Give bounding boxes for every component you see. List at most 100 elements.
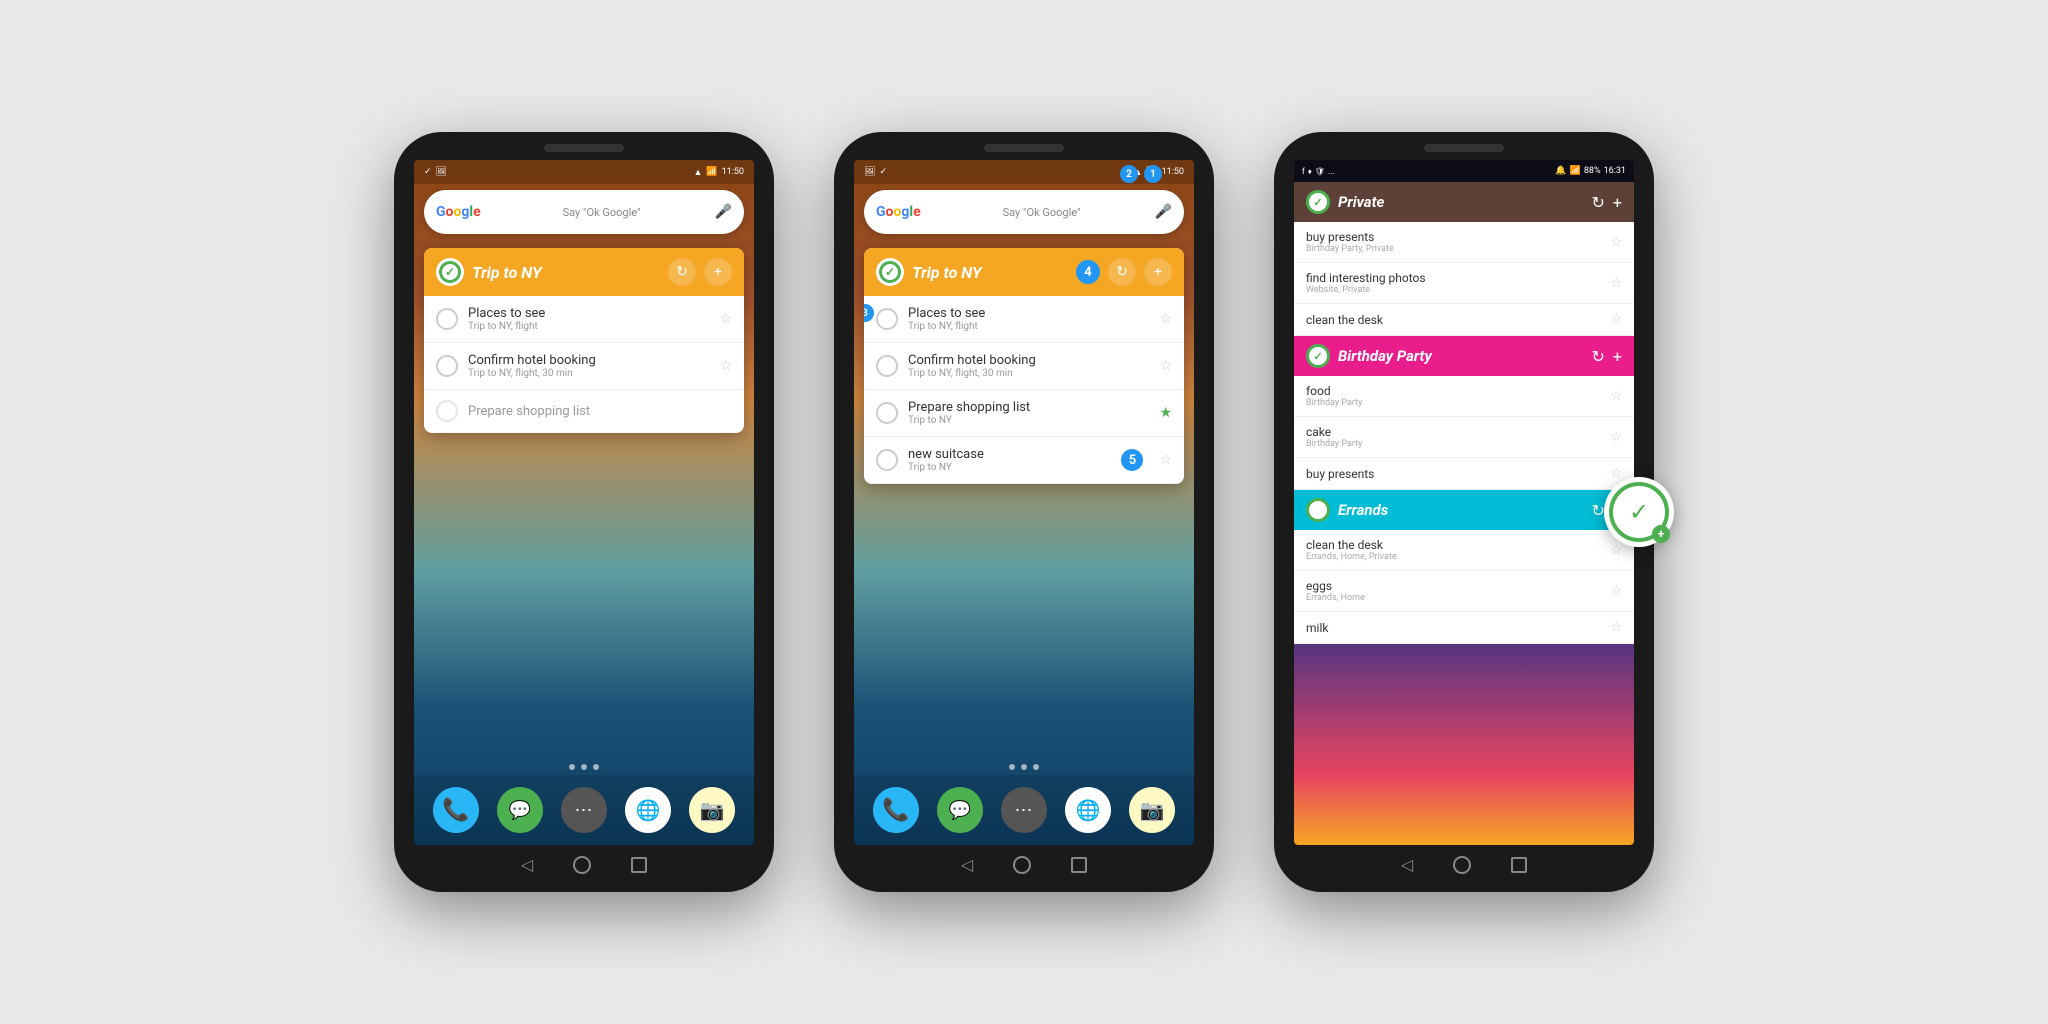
todo-tags-p-0: Birthday Party, Private <box>1306 244 1602 254</box>
private-sync[interactable]: ↻ <box>1592 193 1605 212</box>
dock-phone-2[interactable]: 📞 <box>873 787 919 833</box>
star-2-3[interactable]: ☆ <box>1159 452 1172 468</box>
widget-check-1: ✓ <box>436 258 464 286</box>
item-text-1-2: Prepare shopping list <box>468 404 732 419</box>
todo-star-e-1[interactable]: ☆ <box>1610 584 1622 599</box>
errands-sync[interactable]: ↻ <box>1592 501 1605 520</box>
dock-phone-1[interactable]: 📞 <box>433 787 479 833</box>
item-text-2-3: new suitcase Trip to NY <box>908 447 1111 473</box>
google-bar-1[interactable]: Google Say "Ok Google" 🎤 <box>424 190 744 234</box>
widget-check-inner-2: ✓ <box>879 261 901 283</box>
birthday-add[interactable]: + <box>1613 347 1622 366</box>
badge-num-2: 2 <box>1120 165 1138 183</box>
todo-item-p-0: buy presents Birthday Party, Private ☆ <box>1294 222 1634 263</box>
birthday-sync[interactable]: ↻ <box>1592 347 1605 366</box>
todo-star-p-0[interactable]: ☆ <box>1610 235 1622 250</box>
google-bar-2[interactable]: Google Say "Ok Google" 🎤 <box>864 190 1184 234</box>
todo-text-b-2: buy presents <box>1306 467 1602 481</box>
todo-item-b-0: food Birthday Party ☆ <box>1294 376 1634 417</box>
item-circle-2-1[interactable] <box>876 355 898 377</box>
nav-back-3[interactable]: ◁ <box>1401 855 1413 874</box>
add-btn-1[interactable]: + <box>704 258 732 286</box>
sync-btn-1[interactable]: ↻ <box>668 258 696 286</box>
badge-5: 5 <box>1121 449 1143 471</box>
todo-star-p-2[interactable]: ☆ <box>1610 312 1622 327</box>
item-circle-1-0[interactable] <box>436 308 458 330</box>
nav-back-1[interactable]: ◁ <box>521 855 533 874</box>
widget-item-2-1: Confirm hotel booking Trip to NY, flight… <box>864 343 1184 390</box>
item-circle-1-1[interactable] <box>436 355 458 377</box>
item-text-2-0: Places to see Trip to NY, flight <box>908 306 1149 332</box>
widget-header-1: ✓ Trip to NY ↻ + <box>424 248 744 296</box>
google-logo-1: Google <box>436 204 481 220</box>
dock-hangouts-1[interactable]: 💬 <box>497 787 543 833</box>
dock-chrome-2[interactable]: 🌐 <box>1065 787 1111 833</box>
errands-check: ✓ <box>1306 498 1330 522</box>
item-text-1-1: Confirm hotel booking Trip to NY, flight… <box>468 353 709 379</box>
phone-bottom-2: ◁ <box>842 845 1206 880</box>
item-circle-2-0[interactable] <box>876 308 898 330</box>
dot-4 <box>1009 764 1015 770</box>
nav-back-2[interactable]: ◁ <box>961 855 973 874</box>
google-logo-2: Google <box>876 204 921 220</box>
phone-speaker-2 <box>984 144 1064 152</box>
todo-item-p-2: clean the desk ☆ <box>1294 304 1634 336</box>
todo-tags-b-1: Birthday Party <box>1306 439 1602 449</box>
dock-1: 📞 💬 ⋯ 🌐 📷 <box>414 775 754 845</box>
item-sub-2-0: Trip to NY, flight <box>908 321 1149 332</box>
todo-name-e-0: clean the desk <box>1306 538 1602 552</box>
birthday-check: ✓ <box>1306 344 1330 368</box>
item-circle-2-3[interactable] <box>876 449 898 471</box>
todo-text-p-2: clean the desk <box>1306 313 1602 327</box>
widget-item-2-0: Places to see Trip to NY, flight ☆ <box>864 296 1184 343</box>
star-2-0[interactable]: ☆ <box>1159 311 1172 327</box>
dock-camera-1[interactable]: 📷 <box>689 787 735 833</box>
todo-star-b-2[interactable]: ☆ <box>1610 466 1622 481</box>
status-left-3: f♦🛡... <box>1302 167 1334 176</box>
app-icon-overlay[interactable]: ✓ + <box>1604 477 1674 547</box>
dock-chrome-1[interactable]: 🌐 <box>625 787 671 833</box>
dot-1 <box>569 764 575 770</box>
todo-star-e-0[interactable]: ☆ <box>1610 543 1622 558</box>
dock-camera-2[interactable]: 📷 <box>1129 787 1175 833</box>
private-actions: ↻ + <box>1592 193 1622 212</box>
nav-home-2[interactable] <box>1013 856 1031 874</box>
nav-home-1[interactable] <box>573 856 591 874</box>
star-1-1[interactable]: ☆ <box>719 358 732 374</box>
dock-hangouts-2[interactable]: 💬 <box>937 787 983 833</box>
widget-header-2: ✓ Trip to NY 4 ↻ + <box>864 248 1184 296</box>
todo-name-p-0: buy presents <box>1306 230 1602 244</box>
sync-btn-2[interactable]: ↻ <box>1108 258 1136 286</box>
todo-text-p-0: buy presents Birthday Party, Private <box>1306 230 1602 254</box>
item-circle-1-2[interactable] <box>436 400 458 422</box>
widget-title-1: Trip to NY <box>472 263 660 282</box>
check-mark-1: ✓ <box>445 265 455 279</box>
star-2-1[interactable]: ☆ <box>1159 358 1172 374</box>
todo-star-p-1[interactable]: ☆ <box>1610 276 1622 291</box>
star-2-2[interactable]: ★ <box>1159 405 1172 421</box>
item-name-1-2: Prepare shopping list <box>468 404 732 419</box>
todo-star-b-0[interactable]: ☆ <box>1610 389 1622 404</box>
nav-recent-3[interactable] <box>1511 857 1527 873</box>
phone-speaker-1 <box>544 144 624 152</box>
status-bar-1: ✓ 🖼 ▲ 📶 11:50 <box>414 160 754 184</box>
item-circle-2-2[interactable] <box>876 402 898 424</box>
todo-name-e-1: eggs <box>1306 579 1602 593</box>
private-add[interactable]: + <box>1613 193 1622 212</box>
star-1-0[interactable]: ☆ <box>719 311 732 327</box>
widget-2: ✓ Trip to NY 4 ↻ + 3 Places to see Trip … <box>864 248 1184 484</box>
status-right-3: 🔔 📶 88% 16:31 <box>1555 166 1626 176</box>
phone-screen-3: f♦🛡... 🔔 📶 88% 16:31 ✓ Private ↻ + <box>1294 160 1634 845</box>
private-check: ✓ <box>1306 190 1330 214</box>
dock-apps-2[interactable]: ⋯ <box>1001 787 1047 833</box>
dock-apps-1[interactable]: ⋯ <box>561 787 607 833</box>
nav-recent-1[interactable] <box>631 857 647 873</box>
private-checkmark: ✓ <box>1313 196 1322 209</box>
todo-text-b-0: food Birthday Party <box>1306 384 1602 408</box>
item-name-1-0: Places to see <box>468 306 709 321</box>
nav-home-3[interactable] <box>1453 856 1471 874</box>
nav-recent-2[interactable] <box>1071 857 1087 873</box>
add-btn-2[interactable]: + <box>1144 258 1172 286</box>
todo-star-b-1[interactable]: ☆ <box>1610 430 1622 445</box>
todo-star-e-2[interactable]: ☆ <box>1610 620 1622 635</box>
